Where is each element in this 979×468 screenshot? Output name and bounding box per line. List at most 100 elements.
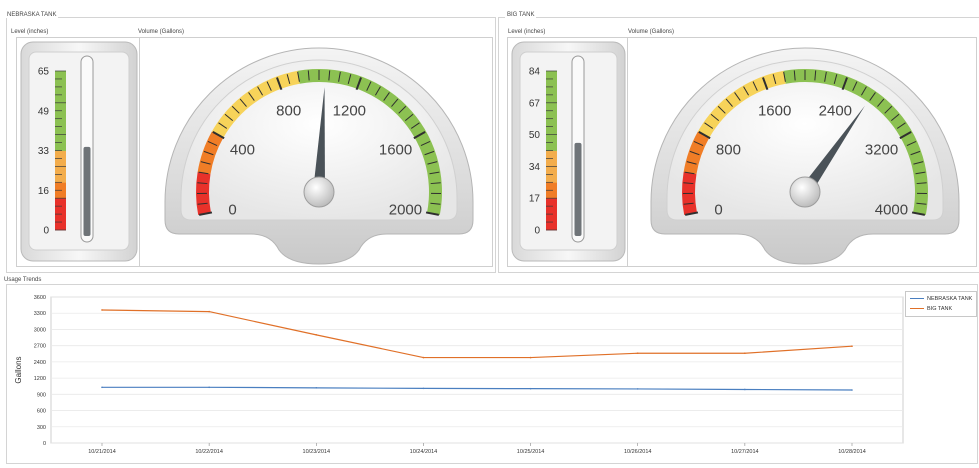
level-tick-label: 34 (529, 162, 541, 173)
x-tick-label: 10/28/2014 (838, 449, 866, 455)
big-volume-gauge: 08001600240032004000 (628, 38, 976, 266)
y-tick-label: 2700 (34, 344, 46, 350)
data-point (530, 388, 532, 390)
data-point (315, 334, 317, 336)
y-tick-label: 0 (43, 441, 46, 447)
volume-tick-label: 3200 (865, 142, 898, 159)
level-scale-segment (55, 119, 66, 123)
data-point (208, 387, 210, 389)
level-tick-label: 50 (529, 130, 541, 141)
data-point (637, 388, 639, 390)
data-point (744, 389, 746, 391)
x-tick-label: 10/23/2014 (303, 449, 331, 455)
y-axis-label: Gallons (14, 356, 23, 383)
data-point (423, 388, 425, 390)
volume-tick-label: 0 (228, 201, 236, 218)
level-scale-segment (55, 111, 66, 115)
y-tick-label: 2400 (34, 360, 46, 366)
usage-trends-chart: 0300600900120024002700300033003600Gallon… (7, 285, 977, 463)
x-tick-label: 10/24/2014 (410, 449, 438, 455)
level-scale-segment (546, 198, 557, 202)
plot-area (51, 297, 903, 443)
nebraska-level-gauge: 654933160 (17, 38, 142, 266)
x-tick-label: 10/21/2014 (88, 449, 116, 455)
y-tick-label: 900 (37, 392, 46, 398)
legend-item-nebraska: NEBRASKA TANK (910, 294, 972, 303)
nebraska-tank-title: NEBRASKA TANK (5, 12, 58, 18)
x-tick-label: 10/26/2014 (624, 449, 652, 455)
level-scale-segment (546, 222, 557, 226)
legend-label-nebraska: NEBRASKA TANK (927, 296, 972, 302)
usage-trends-title: Usage Trends (2, 277, 43, 283)
level-scale-segment (546, 127, 557, 131)
y-tick-label: 1200 (34, 376, 46, 382)
usage-trends-group: Usage Trends 030060090012002400270030003… (6, 284, 978, 464)
data-point (530, 357, 532, 359)
data-point (637, 352, 639, 354)
level-scale-segment (546, 151, 557, 155)
level-scale-segment (546, 166, 557, 170)
level-scale-segment (546, 190, 557, 194)
data-point (101, 387, 103, 389)
level-scale-segment (55, 87, 66, 91)
big-level-panel: 84675034170 (507, 37, 631, 267)
level-tick-label: 16 (38, 186, 50, 197)
level-scale-segment (55, 206, 66, 210)
volume-tick-label: 4000 (875, 201, 908, 218)
volume-tick-label: 1600 (758, 102, 791, 119)
level-scale-segment (55, 166, 66, 170)
level-scale-segment (55, 190, 66, 194)
nebraska-level-title: Level (inches) (11, 29, 48, 35)
level-scale-segment (55, 198, 66, 202)
data-point (851, 345, 853, 347)
volume-tick-label: 400 (230, 142, 255, 159)
x-tick-label: 10/27/2014 (731, 449, 759, 455)
level-scale-segment (55, 79, 66, 83)
volume-tick-label: 2400 (819, 102, 852, 119)
level-scale-segment (55, 222, 66, 226)
level-scale-segment (546, 103, 557, 107)
level-scale-segment (546, 143, 557, 147)
data-point (423, 357, 425, 359)
level-scale-segment (55, 71, 66, 75)
volume-tick-label: 800 (716, 142, 741, 159)
level-scale-segment (55, 158, 66, 162)
level-tick-label: 67 (529, 98, 541, 109)
x-tick-label: 10/22/2014 (195, 449, 223, 455)
legend-swatch-big (910, 308, 924, 309)
level-scale-segment (55, 174, 66, 178)
level-tick-label: 0 (534, 226, 540, 237)
level-scale-segment (55, 151, 66, 155)
level-scale-segment (546, 111, 557, 115)
y-tick-label: 3600 (34, 295, 46, 301)
level-scale-segment (546, 71, 557, 75)
legend-swatch-nebraska (910, 298, 924, 299)
level-scale-segment (546, 182, 557, 186)
level-scale-segment (55, 127, 66, 131)
level-tick-label: 49 (38, 106, 50, 117)
level-scale-segment (546, 206, 557, 210)
level-scale-segment (55, 143, 66, 147)
x-tick-label: 10/25/2014 (517, 449, 545, 455)
volume-tick-label: 1600 (379, 142, 412, 159)
level-scale-segment (546, 174, 557, 178)
level-scale-segment (55, 135, 66, 139)
data-point (101, 309, 103, 311)
level-fill (84, 147, 91, 236)
level-scale-segment (546, 135, 557, 139)
level-tick-label: 33 (38, 146, 50, 157)
volume-needle-hub (790, 177, 820, 207)
big-tank-group: BIG TANK Level (inches) Volume (Gallons)… (498, 17, 979, 273)
nebraska-tank-group: NEBRASKA TANK Level (inches) Volume (Gal… (6, 17, 496, 273)
level-scale-segment (546, 79, 557, 83)
data-point (744, 352, 746, 354)
level-tick-label: 0 (43, 226, 49, 237)
y-tick-label: 300 (37, 425, 46, 431)
level-gauge-face (520, 52, 617, 250)
nebraska-level-panel: 654933160 (16, 37, 143, 267)
level-scale-segment (546, 158, 557, 162)
level-scale-segment (55, 95, 66, 99)
level-scale-segment (546, 87, 557, 91)
level-scale-segment (546, 214, 557, 218)
level-scale-segment (55, 103, 66, 107)
